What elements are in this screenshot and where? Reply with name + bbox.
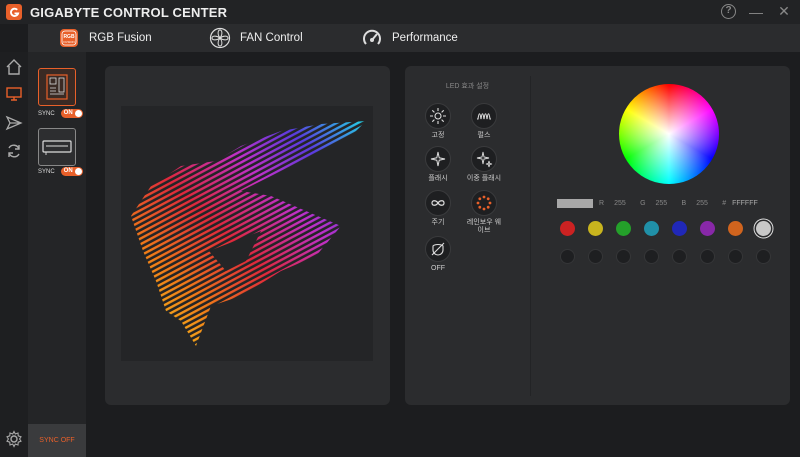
minimize-button[interactable]: —	[748, 4, 764, 20]
color-wheel[interactable]	[619, 84, 719, 184]
b-value-input[interactable]: 255	[696, 200, 716, 207]
color-preset[interactable]	[756, 221, 771, 236]
color-preset[interactable]	[616, 221, 631, 236]
color-preset[interactable]	[560, 221, 575, 236]
tab-label: Performance	[392, 32, 458, 44]
sync-icon[interactable]	[5, 142, 23, 160]
app-title: GIGABYTE CONTROL CENTER	[30, 4, 228, 20]
toggle-state: ON	[63, 168, 73, 174]
effect-off[interactable]: OFF	[418, 236, 458, 273]
rainbow-wave-icon	[471, 190, 497, 216]
effect-rainbow-wave[interactable]: 레인보우 웨이브	[464, 190, 504, 235]
custom-color-slot[interactable]	[588, 249, 603, 264]
color-preset[interactable]	[644, 221, 659, 236]
effect-label: 레인보우 웨이브	[466, 219, 502, 234]
r-value-input[interactable]: 255	[614, 200, 634, 207]
tab-rgb-fusion[interactable]: RGB FUSION RGB Fusion	[57, 24, 152, 52]
title-bar: GIGABYTE CONTROL CENTER ? — ✕	[0, 0, 800, 24]
custom-color-slot[interactable]	[700, 249, 715, 264]
sync-row-graphics-card: SYNC ON	[38, 167, 83, 176]
device-graphics-card[interactable]	[38, 128, 76, 166]
b-label: B	[681, 199, 687, 207]
sync-label: SYNC	[38, 168, 55, 175]
effect-label: 플래시	[428, 175, 448, 182]
home-icon[interactable]	[5, 58, 23, 76]
effect-label: 주기	[431, 219, 445, 226]
pulse-wave-icon	[471, 103, 497, 129]
toggle-knob	[74, 168, 82, 175]
effect-label: 고정	[431, 132, 445, 139]
custom-color-slot[interactable]	[672, 249, 687, 264]
r-label: R	[599, 199, 605, 207]
gigabyte-logo-icon	[6, 4, 22, 20]
effect-cycle[interactable]: 주기	[418, 190, 458, 227]
sync-off-button[interactable]: SYNC OFF	[28, 424, 86, 457]
g-label: G	[640, 199, 646, 207]
led-effect-title: LED 효과 설정	[445, 83, 490, 90]
effect-pulse[interactable]: 펄스	[464, 103, 504, 140]
rgb-fusion-icon: RGB FUSION	[57, 26, 81, 50]
color-preset[interactable]	[700, 221, 715, 236]
sync-row-motherboard: SYNC ON	[38, 109, 83, 118]
fan-icon	[208, 26, 232, 50]
custom-color-slot[interactable]	[644, 249, 659, 264]
send-icon[interactable]	[5, 114, 23, 132]
sync-toggle-motherboard[interactable]: ON	[60, 109, 83, 118]
left-sidebar	[0, 52, 28, 457]
custom-color-slot[interactable]	[756, 249, 771, 264]
toggle-state: ON	[63, 110, 73, 116]
tab-label: RGB Fusion	[89, 32, 152, 44]
color-preset[interactable]	[672, 221, 687, 236]
effect-static[interactable]: 고정	[418, 103, 458, 140]
color-preset[interactable]	[588, 221, 603, 236]
graphics-card-icon	[42, 140, 72, 155]
performance-gauge-icon	[360, 26, 384, 50]
device-motherboard[interactable]	[38, 68, 76, 106]
tab-label: FAN Control	[240, 32, 303, 44]
sync-toggle-graphics-card[interactable]: ON	[60, 167, 83, 176]
top-nav: RGB FUSION RGB Fusion FAN Control Perform…	[28, 24, 800, 52]
motherboard-icon	[46, 74, 68, 100]
hex-label: #	[722, 199, 727, 207]
tab-fan-control[interactable]: FAN Control	[208, 24, 303, 52]
off-icon	[425, 236, 451, 262]
custom-color-slot[interactable]	[616, 249, 631, 264]
rgb-input-row: R 255 G 255 B 255 # FFFFFF	[557, 198, 777, 208]
custom-color-slot[interactable]	[728, 249, 743, 264]
effect-flash[interactable]: 플래시	[418, 146, 458, 183]
current-color-swatch	[557, 198, 593, 208]
tab-performance[interactable]: Performance	[360, 24, 458, 52]
main-content: LED 효과 설정 고정 펄스 플래시 이중 플래시 주기 레인보우 웨이브 O…	[86, 52, 800, 457]
static-sun-icon	[425, 103, 451, 129]
device-list: SYNC ON SYNC ON SYNC OFF	[28, 52, 86, 457]
monitor-icon[interactable]	[5, 85, 23, 103]
sync-label: SYNC	[38, 110, 55, 117]
flash-icon	[425, 146, 451, 172]
svg-text:FUSION: FUSION	[63, 40, 74, 44]
aorus-eagle-logo-image	[131, 121, 366, 346]
panel-divider	[530, 76, 531, 396]
aorus-logo-preview	[121, 106, 373, 361]
close-button[interactable]: ✕	[776, 3, 792, 20]
cycle-icon	[425, 190, 451, 216]
custom-color-slot[interactable]	[560, 249, 575, 264]
settings-icon[interactable]	[5, 430, 23, 448]
effect-label: 이중 플래시	[466, 175, 502, 182]
app-window: GIGABYTE CONTROL CENTER ? — ✕ RGB FUSION …	[0, 0, 800, 457]
toggle-knob	[74, 110, 82, 117]
effect-label: OFF	[431, 265, 445, 272]
effect-label: 펄스	[477, 132, 491, 139]
help-icon[interactable]: ?	[721, 4, 736, 19]
effect-double-flash[interactable]: 이중 플래시	[464, 146, 504, 183]
led-preview-panel	[105, 66, 390, 405]
double-flash-icon	[471, 146, 497, 172]
hex-value-input[interactable]: FFFFFF	[732, 200, 758, 207]
g-value-input[interactable]: 255	[656, 200, 676, 207]
effect-settings-panel: LED 효과 설정 고정 펄스 플래시 이중 플래시 주기 레인보우 웨이브 O…	[405, 66, 790, 405]
color-preset[interactable]	[728, 221, 743, 236]
